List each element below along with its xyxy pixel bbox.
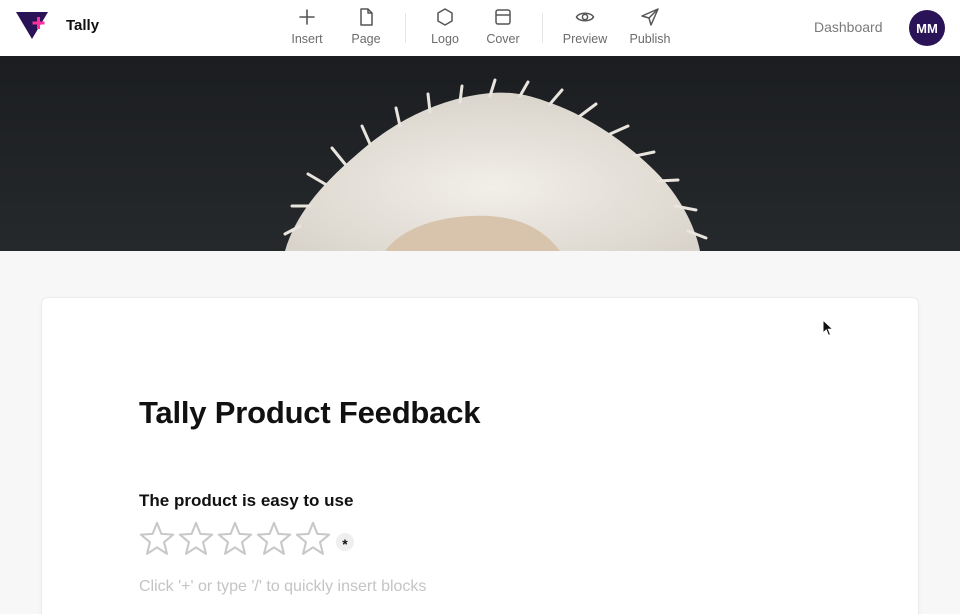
publish-label: Publish [629,32,671,46]
insert-blocks-hint[interactable]: Click '+' or type '/' to quickly insert … [139,578,426,596]
hexagon-icon [437,8,453,26]
logo-label: Logo [431,32,459,46]
tally-logo-icon[interactable] [16,12,48,40]
page-icon [360,8,373,26]
toolbar-divider [542,13,543,43]
form-title[interactable]: Tally Product Feedback [139,395,480,431]
page-button[interactable]: Page [340,7,392,49]
mouse-cursor-icon [822,319,834,337]
insert-label: Insert [291,32,323,46]
dashboard-link[interactable]: Dashboard [814,19,883,35]
cover-button[interactable]: Cover [477,7,529,49]
cover-image [0,56,960,251]
preview-label: Preview [562,32,608,46]
cover-label: Cover [486,32,520,46]
app-name: Tally [66,17,100,34]
star-icon[interactable] [138,520,176,558]
top-bar: Tally Insert Page Logo Cover Preview Pub… [0,0,960,56]
cover-icon [495,9,511,25]
preview-button[interactable]: Preview [559,7,611,49]
required-badge[interactable]: * [336,533,354,552]
insert-button[interactable]: Insert [281,7,333,49]
star-icon[interactable] [216,520,254,558]
star-icon[interactable] [294,520,332,558]
eye-icon [575,12,595,22]
send-icon [641,8,659,26]
avatar[interactable]: MM [909,10,945,46]
logo-button[interactable]: Logo [419,7,471,49]
form-card: Tally Product Feedback The product is ea… [42,298,918,614]
page-label: Page [351,32,381,46]
star-icon[interactable] [255,520,293,558]
publish-button[interactable]: Publish [624,7,676,49]
plus-icon [299,9,315,25]
question-label[interactable]: The product is easy to use [139,491,353,511]
toolbar-divider [405,13,406,43]
star-icon[interactable] [177,520,215,558]
fluffy-dog-photo [0,56,960,251]
